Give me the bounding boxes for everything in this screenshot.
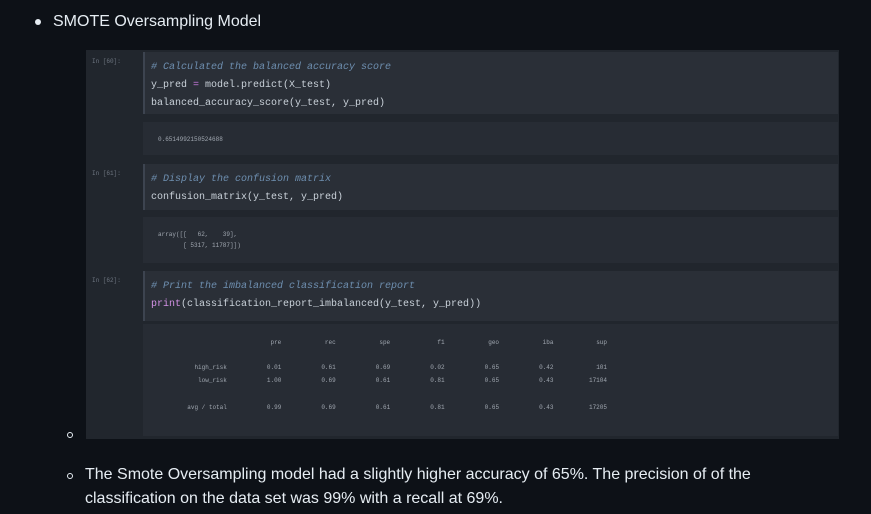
code-cell-62: In [62]: # Print the imbalanced classifi… xyxy=(90,269,838,439)
report-cell: 0.81 xyxy=(430,404,445,411)
code-cell-61: In [61]: # Display the confusion matrix … xyxy=(90,162,838,265)
code-cell-60: In [60]: # Calculated the balanced accur… xyxy=(90,50,838,158)
cell-prompt: In [62]: xyxy=(92,277,121,284)
code-line-comment: # Calculated the balanced accuracy score xyxy=(151,62,392,73)
report-cell: 0.69 xyxy=(375,364,391,371)
report-cell: 0.65 xyxy=(484,377,500,384)
report-cell: 0.61 xyxy=(375,377,391,384)
report-header-rec: rec xyxy=(324,339,336,346)
cell-input: # Print the imbalanced classification re… xyxy=(143,271,838,321)
output-array: array([[ 62, 39], [ 5317, 11787]]) xyxy=(158,231,241,249)
report-cell: 17205 xyxy=(588,404,607,411)
cell-input: # Calculated the balanced accuracy score… xyxy=(143,52,838,114)
report-row-avg-total: avg / total 0.99 0.69 0.61 0.81 0.65 0.4… xyxy=(157,401,607,414)
report-cell: 0.61 xyxy=(375,404,391,411)
report-cell: 0.61 xyxy=(321,364,336,371)
report-cell: 0.69 xyxy=(321,377,336,384)
report-cell: 0.43 xyxy=(539,377,554,384)
report-header-sup: sup xyxy=(596,339,607,346)
report-cell: 0.42 xyxy=(539,364,554,371)
cell-output: 0.6514992150524688 xyxy=(143,122,838,155)
report-row-label: low_risk xyxy=(198,377,227,384)
code-line-comment: # Print the imbalanced classification re… xyxy=(151,281,416,292)
report-cell: 0.69 xyxy=(321,404,336,411)
report-cell: 1.00 xyxy=(266,377,282,384)
report-cell: 0.99 xyxy=(266,404,282,411)
code-line-comment: # Display the confusion matrix xyxy=(151,174,332,185)
report-row-label: high_risk xyxy=(194,364,227,371)
report-row-high-risk: high_risk 0.01 0.61 0.69 0.02 0.65 0.42 … xyxy=(157,361,607,374)
output-score: 0.6514992150524688 xyxy=(158,136,223,143)
report-corner xyxy=(157,336,227,349)
bullet-circle xyxy=(67,473,73,479)
report-header-f1: f1 xyxy=(437,339,445,346)
report-cell: 0.65 xyxy=(484,404,500,411)
code-line-confusion: confusion_matrix(y_test, y_pred) xyxy=(151,192,344,203)
report-header-geo: geo xyxy=(488,339,500,346)
classification-report: pre rec spe f1 geo iba sup high_risk 0.0… xyxy=(157,336,607,414)
cell-prompt: In [60]: xyxy=(92,58,121,65)
code-line-score: balanced_accuracy_score(y_test, y_pred) xyxy=(151,98,386,109)
report-header-spe: spe xyxy=(379,339,391,346)
bullet-circle xyxy=(67,432,73,438)
report-header-pre: pre xyxy=(270,339,282,346)
cell-output: array([[ 62, 39], [ 5317, 11787]]) xyxy=(143,217,838,263)
report-row-low-risk: low_risk 1.00 0.69 0.61 0.81 0.65 0.43 1… xyxy=(157,374,607,387)
report-header-row: pre rec spe f1 geo iba sup xyxy=(157,336,607,349)
cell-output: pre rec spe f1 geo iba sup high_risk 0.0… xyxy=(143,324,838,436)
notebook-image: In [60]: # Calculated the balanced accur… xyxy=(86,50,839,439)
code-line-predict: y_pred = model.predict(X_test) xyxy=(151,80,332,91)
report-cell: 17104 xyxy=(588,377,607,384)
section-title: SMOTE Oversampling Model xyxy=(53,13,262,30)
summary-text: The Smote Oversampling model had a sligh… xyxy=(85,466,751,507)
report-cell: 0.01 xyxy=(266,364,282,371)
cell-input: # Display the confusion matrix confusion… xyxy=(143,164,838,210)
bullet-disc xyxy=(35,19,41,25)
report-cell: 0.81 xyxy=(430,377,445,384)
report-header-iba: iba xyxy=(542,339,554,346)
report-cell: 0.02 xyxy=(430,364,445,371)
report-cell: 0.43 xyxy=(539,404,554,411)
report-cell: 101 xyxy=(596,364,607,371)
code-line-print: print(classification_report_imbalanced(y… xyxy=(151,299,482,310)
cell-prompt: In [61]: xyxy=(92,170,121,177)
report-cell: 0.65 xyxy=(484,364,500,371)
report-row-label: avg / total xyxy=(187,404,227,411)
